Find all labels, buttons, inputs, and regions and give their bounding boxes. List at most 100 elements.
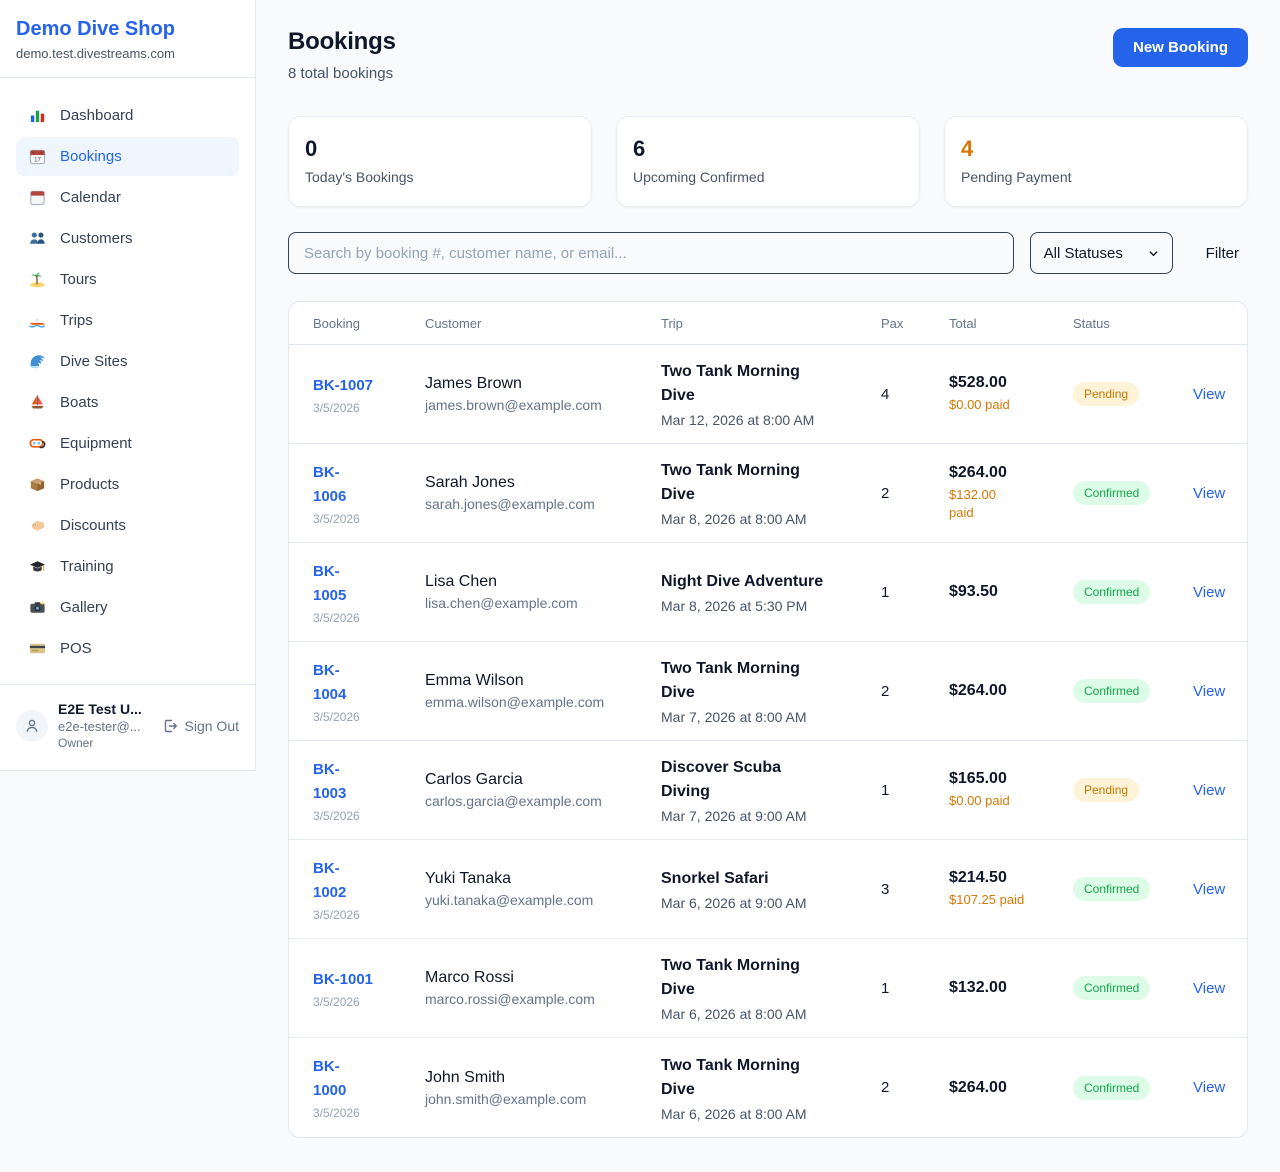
view-link[interactable]: View xyxy=(1193,485,1247,502)
search-input[interactable] xyxy=(288,232,1014,274)
sidebar-item-pos[interactable]: POS xyxy=(16,629,239,668)
booking-id-link[interactable]: BK- 1005 xyxy=(313,560,425,608)
calendar-icon xyxy=(28,188,47,207)
trip-cell: Two Tank Morning DiveMar 7, 2026 at 8:00… xyxy=(661,657,881,725)
user-name: E2E Test U... xyxy=(58,701,152,717)
graduation-cap-icon xyxy=(28,557,47,576)
pax-cell: 1 xyxy=(881,980,949,997)
filter-row: All Statuses Filter xyxy=(288,232,1248,274)
table-row: BK- 10063/5/2026Sarah Jonessarah.jones@e… xyxy=(289,444,1247,543)
sidebar-item-training[interactable]: Training xyxy=(16,547,239,586)
view-link[interactable]: View xyxy=(1193,782,1247,799)
total-amount: $132.00 xyxy=(949,979,1073,997)
sidebar-item-bookings[interactable]: 17Bookings xyxy=(16,137,239,176)
total-cell: $132.00 xyxy=(949,979,1073,997)
booking-id-link[interactable]: BK-1007 xyxy=(313,374,425,398)
stat-card-upcoming-confirmed: 6 Upcoming Confirmed xyxy=(616,116,920,207)
people-icon xyxy=(28,229,47,248)
new-booking-button[interactable]: New Booking xyxy=(1113,28,1248,67)
sidebar-item-label: Bookings xyxy=(60,148,122,165)
status-cell: Confirmed xyxy=(1073,976,1193,1000)
booking-id-link[interactable]: BK- 1004 xyxy=(313,659,425,707)
wave-icon xyxy=(28,352,47,371)
sidebar-item-boats[interactable]: Boats xyxy=(16,383,239,422)
sidebar-item-label: Gallery xyxy=(60,599,108,616)
status-cell: Confirmed xyxy=(1073,679,1193,703)
status-cell: Pending xyxy=(1073,382,1193,406)
pax-count: 2 xyxy=(881,485,949,502)
user-role: Owner xyxy=(58,736,152,750)
dive-mask-icon xyxy=(28,434,47,453)
total-amount: $93.50 xyxy=(949,583,1073,601)
sign-out-button[interactable]: Sign Out xyxy=(162,718,239,734)
page-header-text: Bookings 8 total bookings xyxy=(288,28,396,82)
brand-domain: demo.test.divestreams.com xyxy=(16,46,239,61)
sidebar-item-products[interactable]: Products xyxy=(16,465,239,504)
booking-cell: BK- 10003/5/2026 xyxy=(289,1055,425,1120)
status-badge: Confirmed xyxy=(1073,580,1150,604)
sidebar-item-equipment[interactable]: Equipment xyxy=(16,424,239,463)
pax-cell: 1 xyxy=(881,584,949,601)
trip-name: Night Dive Adventure xyxy=(661,570,881,594)
total-cell: $214.50$107.25 paid xyxy=(949,869,1073,909)
status-badge: Confirmed xyxy=(1073,679,1150,703)
booking-cell: BK-10013/5/2026 xyxy=(289,968,425,1009)
view-link[interactable]: View xyxy=(1193,881,1247,898)
sidebar-item-customers[interactable]: Customers xyxy=(16,219,239,258)
page-title: Bookings xyxy=(288,28,396,56)
status-select[interactable]: All Statuses xyxy=(1030,232,1173,274)
sidebar-item-dive-sites[interactable]: Dive Sites xyxy=(16,342,239,381)
user-email: e2e-tester@... xyxy=(58,719,152,734)
booking-date: 3/5/2026 xyxy=(313,908,425,922)
table-row: BK- 10043/5/2026Emma Wilsonemma.wilson@e… xyxy=(289,642,1247,741)
customer-email: john.smith@example.com xyxy=(425,1091,661,1107)
status-badge: Pending xyxy=(1073,778,1139,802)
trip-datetime: Mar 6, 2026 at 8:00 AM xyxy=(661,1006,881,1022)
total-cell: $264.00 xyxy=(949,682,1073,700)
status-cell: Confirmed xyxy=(1073,1076,1193,1100)
view-link[interactable]: View xyxy=(1193,584,1247,601)
customer-cell: Carlos Garciacarlos.garcia@example.com xyxy=(425,771,661,809)
stat-value: 6 xyxy=(633,136,903,162)
booking-id-link[interactable]: BK- 1006 xyxy=(313,461,425,509)
customer-name: Sarah Jones xyxy=(425,474,661,492)
sidebar-item-discounts[interactable]: Discounts xyxy=(16,506,239,545)
total-amount: $528.00 xyxy=(949,374,1073,392)
view-link[interactable]: View xyxy=(1193,1079,1247,1096)
view-link[interactable]: View xyxy=(1193,980,1247,997)
brand-name: Demo Dive Shop xyxy=(16,18,239,41)
sidebar-item-dashboard[interactable]: Dashboard xyxy=(16,96,239,135)
filter-button[interactable]: Filter xyxy=(1197,237,1248,270)
actions-cell: View xyxy=(1193,1079,1247,1096)
pax-cell: 3 xyxy=(881,881,949,898)
trip-datetime: Mar 8, 2026 at 5:30 PM xyxy=(661,598,881,614)
logout-icon xyxy=(162,718,178,734)
booking-id-link[interactable]: BK-1001 xyxy=(313,968,425,992)
sidebar-item-tours[interactable]: Tours xyxy=(16,260,239,299)
customer-email: yuki.tanaka@example.com xyxy=(425,892,661,908)
customer-name: Emma Wilson xyxy=(425,672,661,690)
app-root: Demo Dive Shop demo.test.divestreams.com… xyxy=(0,0,1280,1172)
booking-id-link[interactable]: BK- 1002 xyxy=(313,857,425,905)
customer-cell: James Brownjames.brown@example.com xyxy=(425,375,661,413)
chevron-down-icon xyxy=(1148,248,1159,259)
credit-card-icon xyxy=(28,639,47,658)
view-link[interactable]: View xyxy=(1193,386,1247,403)
view-link[interactable]: View xyxy=(1193,683,1247,700)
customer-name: Lisa Chen xyxy=(425,573,661,591)
total-amount: $264.00 xyxy=(949,464,1073,482)
stat-value: 4 xyxy=(961,136,1231,162)
sidebar-item-gallery[interactable]: Gallery xyxy=(16,588,239,627)
sidebar-item-calendar[interactable]: Calendar xyxy=(16,178,239,217)
total-cell: $528.00$0.00 paid xyxy=(949,374,1073,414)
stats-row: 0Today's Bookings6Upcoming Confirmed4Pen… xyxy=(288,116,1248,207)
stat-label: Upcoming Confirmed xyxy=(633,169,903,185)
sidebar-item-label: Trips xyxy=(60,312,93,329)
booking-id-link[interactable]: BK- 1000 xyxy=(313,1055,425,1103)
avatar xyxy=(16,710,48,742)
sidebar-item-trips[interactable]: Trips xyxy=(16,301,239,340)
booking-id-link[interactable]: BK- 1003 xyxy=(313,758,425,806)
booking-cell: BK- 10063/5/2026 xyxy=(289,461,425,526)
status-cell: Confirmed xyxy=(1073,877,1193,901)
status-badge: Confirmed xyxy=(1073,481,1150,505)
